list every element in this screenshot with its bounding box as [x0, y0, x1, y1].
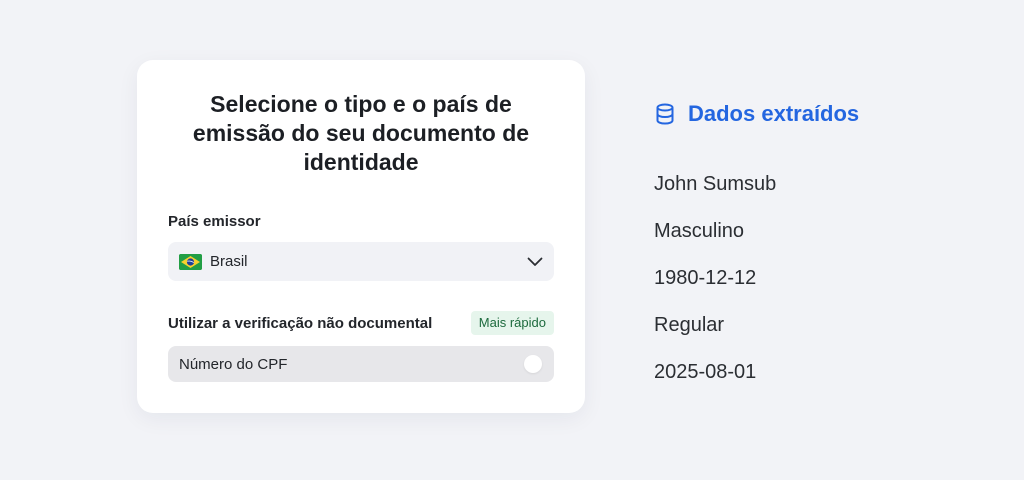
cpf-option-toggle[interactable]: Número do CPF: [168, 346, 554, 382]
extracted-date: 2025-08-01: [654, 361, 757, 383]
country-select[interactable]: Brasil: [168, 242, 554, 281]
country-value: Brasil: [210, 253, 248, 270]
country-label: País emissor: [168, 213, 261, 230]
cpf-option-label: Número do CPF: [179, 355, 288, 373]
extracted-birth-date: 1980-12-12: [654, 267, 757, 289]
extracted-data-title: Dados extraídos: [688, 101, 860, 126]
extracted-status: Regular: [654, 314, 725, 336]
extracted-data-list: John Sumsub Masculino 1980-12-12 Regular…: [654, 171, 776, 406]
chevron-down-icon[interactable]: [526, 253, 544, 271]
extracted-data-header: Dados extraídos: [654, 100, 859, 128]
document-selection-card: Selecione o tipo e o país de emissão do …: [137, 60, 585, 413]
radio-knob[interactable]: [524, 355, 542, 373]
database-icon: [654, 102, 676, 126]
card-title: Selecione o tipo e o país de emissão do …: [192, 91, 530, 175]
extracted-name: John Sumsub: [654, 173, 777, 195]
non-documentary-label: Utilizar a verificação não documental: [168, 314, 433, 332]
extracted-gender: Masculino: [654, 220, 745, 242]
brazil-flag-icon: [179, 253, 202, 270]
non-documentary-section: Utilizar a verificação não documental Ma…: [168, 311, 554, 335]
faster-badge: Mais rápido: [470, 311, 554, 335]
